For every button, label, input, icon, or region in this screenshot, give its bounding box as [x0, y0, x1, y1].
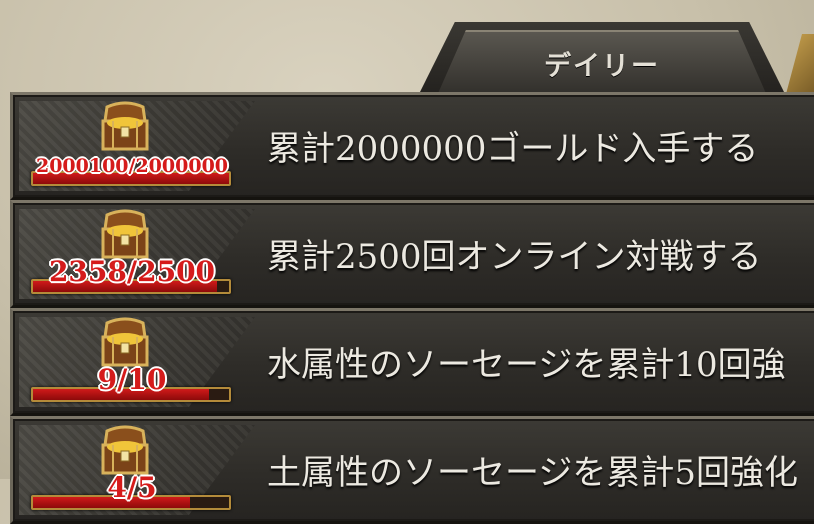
progress-text: 4/5: [107, 471, 157, 504]
treasure-chest-icon: [97, 315, 153, 369]
progress-text: 2358/2500: [48, 255, 216, 288]
treasure-chest-icon: [97, 423, 153, 477]
mission-title: 水属性のソーセージを累計10回強: [267, 345, 786, 385]
daily-tab-label: デイリー: [544, 51, 660, 82]
mission-title: 累計2500回オンライン対戦する: [267, 237, 762, 277]
treasure-chest-icon: [97, 99, 153, 153]
mission-row[interactable]: 2358/2500 累計2500回オンライン対戦する: [10, 200, 814, 308]
progress-text: 9/10: [97, 363, 167, 396]
corner-ornament: [786, 34, 814, 94]
mission-title: 累計2000000ゴールド入手する: [267, 129, 759, 169]
mission-title: 土属性のソーセージを累計5回強化: [267, 453, 798, 493]
progress-text: 2000100/2000000: [35, 155, 229, 177]
mission-row[interactable]: 2000100/2000000 累計2000000ゴールド入手する: [10, 92, 814, 200]
mission-row[interactable]: 9/10 水属性のソーセージを累計10回強: [10, 308, 814, 416]
treasure-chest-icon: [97, 207, 153, 261]
mission-row[interactable]: 4/5 土属性のソーセージを累計5回強化: [10, 416, 814, 524]
